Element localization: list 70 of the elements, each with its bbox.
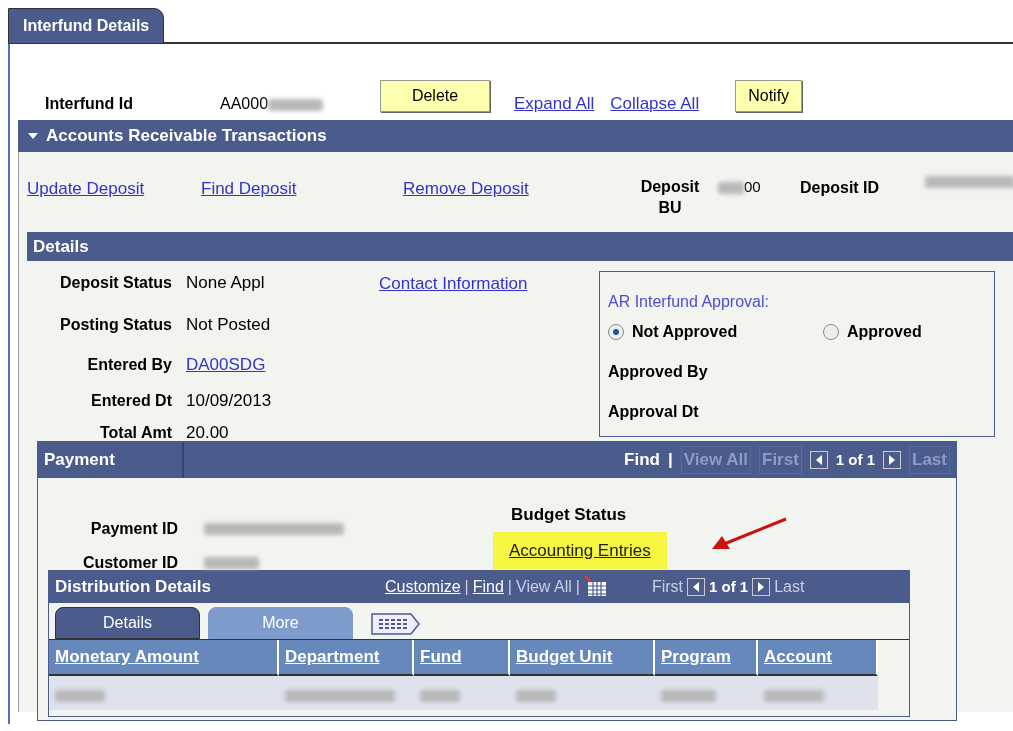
- radio-button[interactable]: [608, 324, 624, 340]
- action-button[interactable]: Notify: [735, 80, 803, 112]
- separator: |: [464, 577, 469, 597]
- action-button[interactable]: Delete: [380, 80, 490, 112]
- field-label: Deposit ID: [800, 177, 881, 198]
- redacted-value: [204, 557, 259, 569]
- grid-tab[interactable]: Details: [55, 607, 200, 639]
- page-count: 1 of 1: [709, 576, 749, 597]
- field-label: Approval Dt: [608, 402, 700, 422]
- page-count: 1 of 1: [835, 449, 876, 470]
- column-header[interactable]: Budget Unit: [510, 640, 655, 676]
- redacted-value: [516, 689, 556, 702]
- field-label: Approved By: [608, 362, 709, 382]
- link[interactable]: Remove Deposit: [403, 175, 630, 201]
- link[interactable]: Collapse All: [610, 90, 700, 116]
- field-label: Entered By: [86, 355, 172, 375]
- redacted-value: [661, 689, 716, 702]
- field-value: None Appl: [186, 272, 265, 295]
- redacted-value: [55, 689, 105, 702]
- radio-label: Approved: [847, 322, 922, 342]
- separator: |: [507, 577, 512, 597]
- next-button[interactable]: [752, 578, 771, 596]
- field-label: Budget Status: [511, 504, 628, 526]
- field-label: Total Amt: [99, 423, 172, 443]
- separator: |: [668, 449, 673, 472]
- column-header[interactable]: Department: [279, 640, 414, 676]
- link[interactable]: Update Deposit: [27, 175, 201, 201]
- field-value: AA000: [220, 95, 269, 112]
- redacted-value: [764, 689, 824, 702]
- radio-button[interactable]: [823, 324, 839, 340]
- next-button[interactable]: [883, 451, 902, 469]
- page-tab[interactable]: Interfund Details: [8, 8, 165, 44]
- link[interactable]: Find: [472, 575, 504, 599]
- column-header[interactable]: Account: [758, 640, 878, 676]
- previous-button[interactable]: [809, 451, 828, 469]
- group-title: AR Interfund Approval:: [608, 292, 770, 312]
- field-label: Deposit BU: [639, 176, 701, 219]
- column-header[interactable]: Fund: [414, 640, 510, 676]
- grid-icon[interactable]: [583, 576, 608, 598]
- field-label: Deposit Status: [59, 273, 172, 293]
- link[interactable]: Find Deposit: [201, 175, 403, 201]
- field-value: 10/09/2013: [186, 390, 272, 413]
- redacted-value: [420, 689, 460, 702]
- column-header[interactable]: Monetary Amount: [49, 640, 279, 676]
- field-value: 00: [744, 177, 761, 195]
- field-label: Customer ID: [81, 553, 178, 573]
- field-value: 20.00: [186, 422, 229, 445]
- redacted-value: [718, 181, 744, 194]
- link[interactable]: Expand All: [514, 90, 595, 116]
- field-label: Entered Dt: [90, 391, 172, 411]
- field-label: Posting Status: [59, 315, 172, 335]
- section-header: Details: [27, 231, 1013, 261]
- radio-label: Not Approved: [632, 322, 738, 342]
- separator: |: [575, 577, 580, 597]
- section-title: Accounts Receivable Transactions: [46, 125, 327, 147]
- link[interactable]: Accounting Entries: [509, 540, 651, 560]
- show-all-columns-icon[interactable]: [371, 613, 421, 635]
- section-header[interactable]: Accounts Receivable Transactions: [18, 120, 1013, 152]
- previous-button[interactable]: [687, 578, 705, 596]
- link[interactable]: Contact Information: [379, 271, 599, 297]
- column-header[interactable]: Program: [655, 640, 758, 676]
- redacted-value: [268, 99, 324, 112]
- link[interactable]: Customize: [385, 575, 461, 599]
- link[interactable]: DA00SDG: [186, 352, 266, 378]
- field-label: Payment ID: [89, 519, 178, 539]
- field-value: Not Posted: [186, 314, 271, 337]
- field-label: Interfund Id: [45, 94, 134, 114]
- section-title: Distribution Details: [55, 576, 212, 599]
- link[interactable]: Find: [624, 447, 660, 473]
- section-title: Payment: [44, 442, 184, 478]
